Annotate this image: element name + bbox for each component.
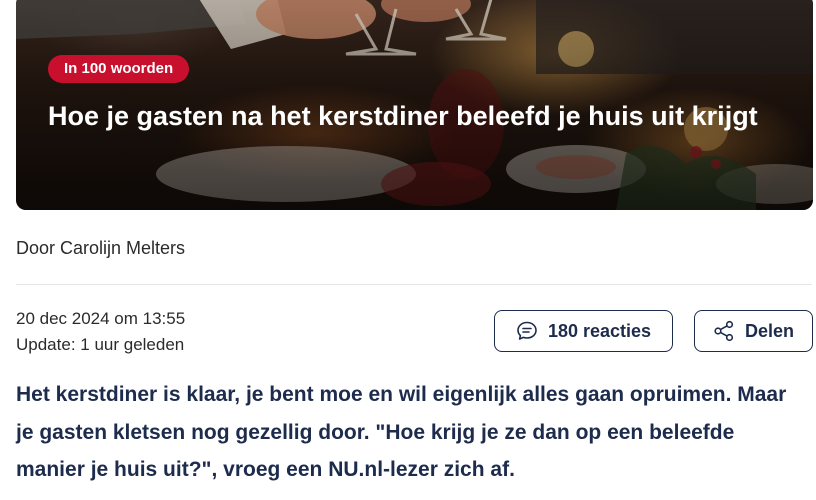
category-badge[interactable]: In 100 woorden [48, 55, 190, 83]
author-byline: Door Carolijn Melters [16, 238, 186, 258]
article-headline: Hoe je gasten na het kerstdiner beleefd … [48, 101, 758, 131]
share-label: Delen [744, 320, 795, 341]
hero-image: In 100 woorden Hoe je gasten na het kers… [16, 0, 813, 210]
share-button[interactable]: Delen [694, 310, 813, 352]
chat-bubble-icon [517, 321, 537, 340]
update-time: Update: 1 uur geleden [16, 335, 185, 354]
comments-label: 180 reacties [547, 320, 652, 341]
divider [16, 284, 812, 285]
share-icon [714, 320, 734, 342]
comments-button[interactable]: 180 reacties [494, 310, 673, 352]
article-intro: Het kerstdiner is klaar, je bent moe en … [16, 383, 787, 481]
publish-date: 20 dec 2024 om 13:55 [16, 309, 186, 328]
